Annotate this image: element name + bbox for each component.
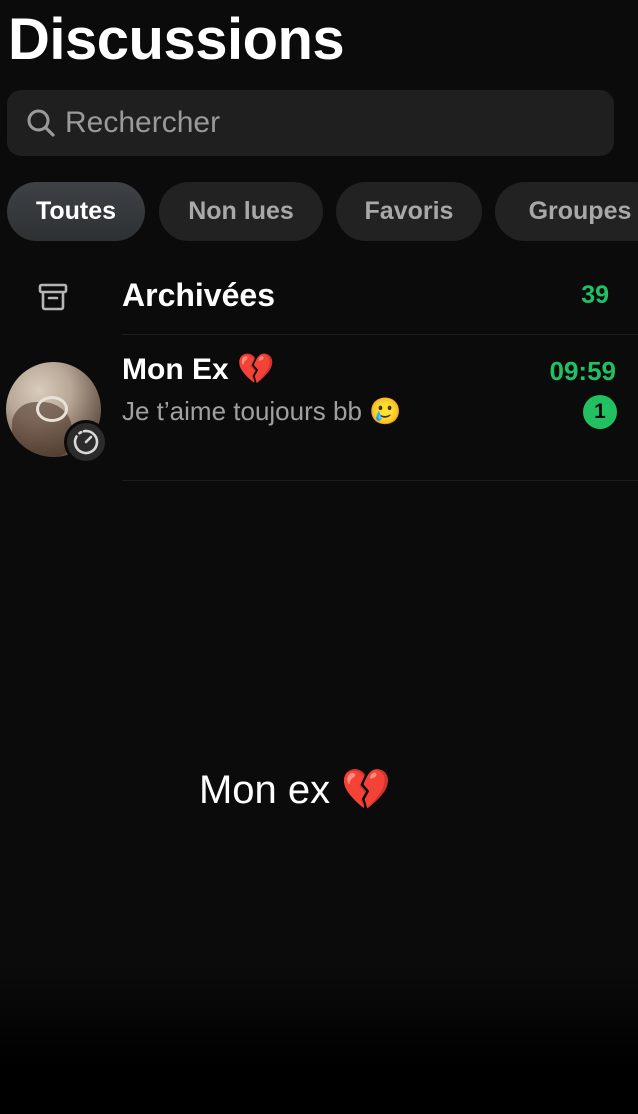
search-icon: [27, 109, 55, 137]
archived-row[interactable]: Archivées 39: [0, 262, 638, 332]
search-bar[interactable]: Rechercher: [7, 90, 614, 156]
filter-chip-groupes[interactable]: Groupes: [495, 182, 638, 241]
page-title: Discussions: [8, 7, 345, 72]
filter-chip-non-lues[interactable]: Non lues: [159, 182, 323, 241]
archived-label: Archivées: [122, 277, 275, 313]
filter-chips: Toutes Non lues Favoris Groupes: [0, 182, 638, 242]
unread-count-badge: 1: [583, 395, 617, 429]
archive-icon: [38, 283, 68, 311]
divider: [122, 480, 638, 481]
filter-chip-favoris[interactable]: Favoris: [336, 182, 482, 241]
search-placeholder: Rechercher: [65, 106, 221, 139]
chat-name: Mon Ex 💔: [122, 353, 275, 386]
divider: [122, 334, 638, 335]
overlay-caption: Mon ex 💔: [198, 768, 392, 812]
filter-chip-toutes[interactable]: Toutes: [7, 182, 145, 241]
avatar-photo-ring: [36, 396, 68, 422]
chat-list-item[interactable]: Mon Ex 💔 Je t’aime toujours bb 🥲 09:59 1: [0, 340, 638, 480]
bottom-fade: [0, 964, 638, 1114]
status-ring-icon: [64, 420, 108, 464]
chat-last-message: Je t’aime toujours bb 🥲: [122, 396, 402, 426]
archived-count: 39: [581, 281, 609, 309]
chat-time: 09:59: [549, 356, 617, 386]
